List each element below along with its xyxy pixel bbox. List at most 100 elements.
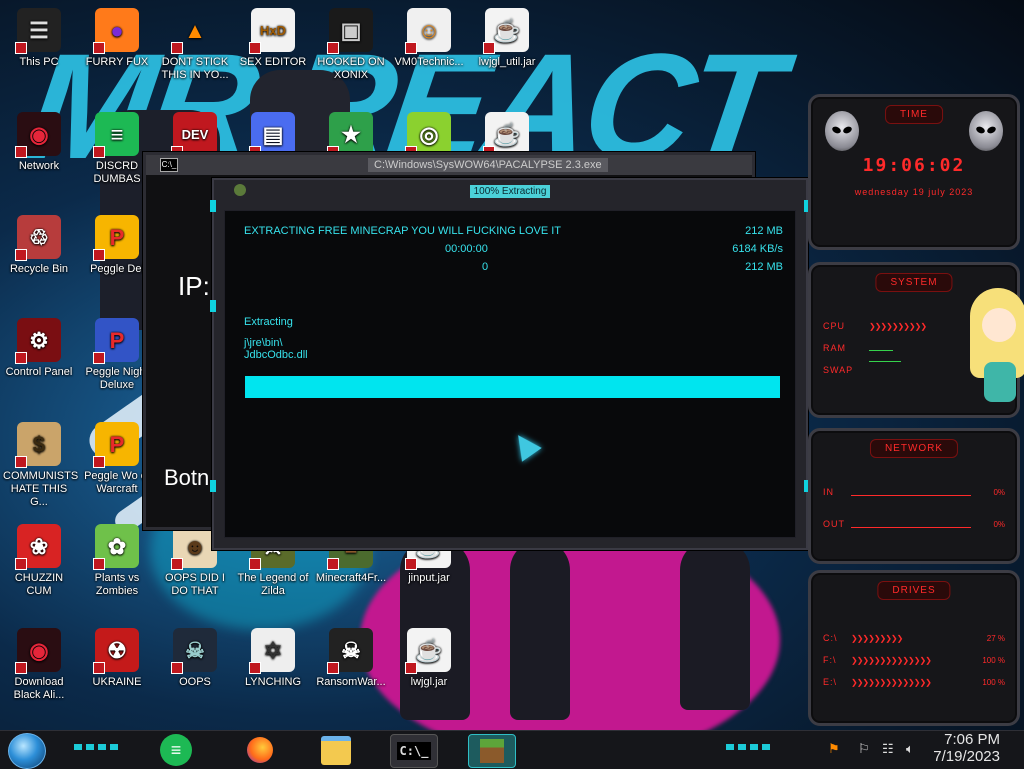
desktop-icon[interactable]: ☕ lwjgl_util.jar — [471, 8, 543, 69]
desktop-icon-image: ❀ — [15, 524, 61, 570]
desktop-icon-label: This PC — [19, 56, 59, 68]
wallpaper-leg — [680, 540, 750, 710]
desktop-icon-image: P — [93, 422, 139, 468]
desktop-icon-image: ✿ — [93, 524, 139, 570]
cmd-taskbar-icon[interactable]: C:\_ — [390, 734, 438, 768]
drive-label: C:\ — [823, 633, 838, 643]
shortcut-arrow-icon — [405, 662, 417, 674]
desktop-icon-image: ✡ — [249, 628, 295, 674]
desktop-icon-label: UKRAINE — [92, 676, 142, 688]
desktop-icon-label: OOPS — [179, 676, 211, 688]
desktop-icon[interactable]: ● FURRY FUX — [81, 8, 153, 69]
desktop-icon[interactable]: ✿ Plants vs Zombies — [81, 524, 153, 598]
desktop-icon[interactable]: ☺ VM0Technic... — [393, 8, 465, 69]
extract-body: EXTRACTING FREE MINECRAP YOU WILL FUCKIN… — [224, 210, 796, 538]
system-row-label: CPU — [823, 321, 846, 331]
extract-progress-bar — [245, 376, 780, 398]
cmd-glyph-icon: C:\_ — [396, 742, 432, 760]
drive-value: 27 % — [986, 634, 1005, 643]
shortcut-arrow-icon — [171, 662, 183, 674]
extract-file: JdbcOdbc.dll — [244, 349, 308, 361]
desktop-icon[interactable]: $ COMMUNISTS HATE THIS G... — [3, 422, 79, 509]
desktop-icon-label: jinput.jar — [408, 572, 450, 584]
desktop-icon[interactable]: ✡ LYNCHING — [237, 628, 309, 689]
desktop-icon-label: Network — [18, 160, 60, 172]
net-out-label: OUT — [823, 519, 845, 529]
desktop-icon-label: COMMUNISTS HATE THIS G... — [3, 470, 79, 508]
drive-meter: ❯❯❯❯❯❯❯❯❯ — [851, 634, 903, 643]
gadget-date: wednesday 19 july 2023 — [854, 187, 974, 197]
cmd-titlebar[interactable]: C:\_ C:\Windows\SysWOW64\PACALYPSE 2.3.e… — [146, 155, 752, 175]
taskbar-clock[interactable]: 7:06 PM 7/19/2023 — [933, 731, 1000, 765]
desktop-icon-image: ⚙ — [15, 318, 61, 364]
star-butterfly-widget[interactable] — [966, 288, 1024, 408]
shortcut-arrow-icon — [15, 662, 27, 674]
drive-value: 100 % — [982, 656, 1005, 665]
desktop-icon-image: P — [93, 215, 139, 261]
desktop-icon-label: CHUZZIN CUM — [14, 572, 64, 597]
network-gadget[interactable]: NETWORK IN 0% OUT 0% — [808, 428, 1020, 564]
desktop-icon[interactable]: ▣ HOOKED ON XONIX — [315, 8, 387, 82]
desktop-icon-image: ▲ — [171, 8, 217, 54]
desktop-icon[interactable]: ☕ lwjgl.jar — [393, 628, 465, 689]
extract-titlebar[interactable]: 100% Extracting — [214, 180, 806, 202]
desktop-icon[interactable]: HxD SEX EDITOR — [237, 8, 309, 69]
desktop-icon-image: ☢ — [93, 628, 139, 674]
net-out-value: 0% — [993, 520, 1005, 529]
net-in-value: 0% — [993, 488, 1005, 497]
folder-icon — [321, 735, 351, 765]
shortcut-arrow-icon — [93, 352, 105, 364]
desktop-icon[interactable]: ☠ OOPS — [159, 628, 231, 689]
discord-taskbar-icon[interactable]: ≡ — [160, 734, 192, 766]
start-button[interactable] — [8, 733, 46, 769]
extract-path: j\jre\bin\ — [244, 337, 283, 349]
desktop-icon-image: ☠ — [171, 628, 217, 674]
desktop-icon[interactable]: ❀ CHUZZIN CUM — [3, 524, 75, 598]
swap-line — [869, 361, 901, 362]
taskbar: ≡ C:\_ ⚑ ⚐ ☷ 🔈︎ 7:06 PM 7/19/2023 — [0, 730, 1024, 769]
explorer-taskbar-icon[interactable] — [316, 734, 356, 766]
shortcut-arrow-icon — [15, 352, 27, 364]
shortcut-arrow-icon — [327, 42, 339, 54]
desktop-icon[interactable]: ☰ This PC — [3, 8, 75, 69]
desktop-icon-image: ▣ — [327, 8, 373, 54]
drive-meter: ❯❯❯❯❯❯❯❯❯❯❯❯❯❯ — [851, 678, 932, 687]
gadget-clock: 19:06:02 — [862, 155, 966, 176]
desktop-icon[interactable]: ☢ UKRAINE — [81, 628, 153, 689]
desktop-icon-image: $ — [15, 422, 61, 468]
desktop-icon[interactable]: ◉ Download Black Ali... — [3, 628, 75, 702]
taskbar-date: 7/19/2023 — [933, 748, 1000, 765]
desktop-icon[interactable]: ♲ Recycle Bin — [3, 215, 75, 276]
desktop-icon-image: ● — [93, 8, 139, 54]
desktop-icon[interactable]: ☠ RansomWar... — [315, 628, 387, 689]
wallpaper-leg — [510, 540, 570, 720]
tray-flag-icon[interactable]: ⚐ — [858, 741, 870, 757]
network-tray-icon[interactable]: ☷ — [882, 741, 894, 757]
shortcut-arrow-icon — [93, 662, 105, 674]
time-gadget[interactable]: TIME 19:06:02 wednesday 19 july 2023 — [808, 94, 1020, 250]
volume-icon[interactable]: 🔈︎ — [906, 741, 914, 757]
minecraft-taskbar-icon[interactable] — [468, 734, 516, 768]
extract-speed: 6184 KB/s — [732, 243, 783, 255]
desktop-icon-label: Download Black Ali... — [13, 676, 65, 701]
frame-led — [210, 480, 216, 492]
desktop-icon[interactable]: ⚙ Control Panel — [3, 318, 75, 379]
desktop-icon-label: SEX EDITOR — [239, 56, 307, 68]
system-row-label: SWAP — [823, 365, 854, 375]
net-in-graph — [851, 495, 971, 496]
drive-label: F:\ — [823, 655, 837, 665]
drives-gadget[interactable]: DRIVES C:\ ❯❯❯❯❯❯❯❯❯ 27 % F:\ ❯❯❯❯❯❯❯❯❯❯… — [808, 570, 1020, 726]
app-bug-icon — [234, 184, 246, 196]
tray-app-icon[interactable]: ⚑ — [828, 741, 840, 757]
desktop-icon-image: ◉ — [15, 112, 61, 158]
desktop-icon-image: DEV — [171, 112, 217, 158]
desktop-icon-image: ▤ — [249, 112, 295, 158]
extract-progress-fill — [245, 376, 780, 398]
shortcut-arrow-icon — [15, 558, 27, 570]
extract-dialog[interactable]: 100% Extracting EXTRACTING FREE MINECRAP… — [210, 178, 810, 550]
grass-block-icon — [480, 739, 504, 763]
drive-label: E:\ — [823, 677, 838, 687]
firefox-taskbar-icon[interactable] — [240, 734, 280, 766]
desktop-icon[interactable]: ▲ DONT STICK THIS IN YO... — [159, 8, 231, 82]
desktop-icon[interactable]: ◉ Network — [3, 112, 75, 173]
